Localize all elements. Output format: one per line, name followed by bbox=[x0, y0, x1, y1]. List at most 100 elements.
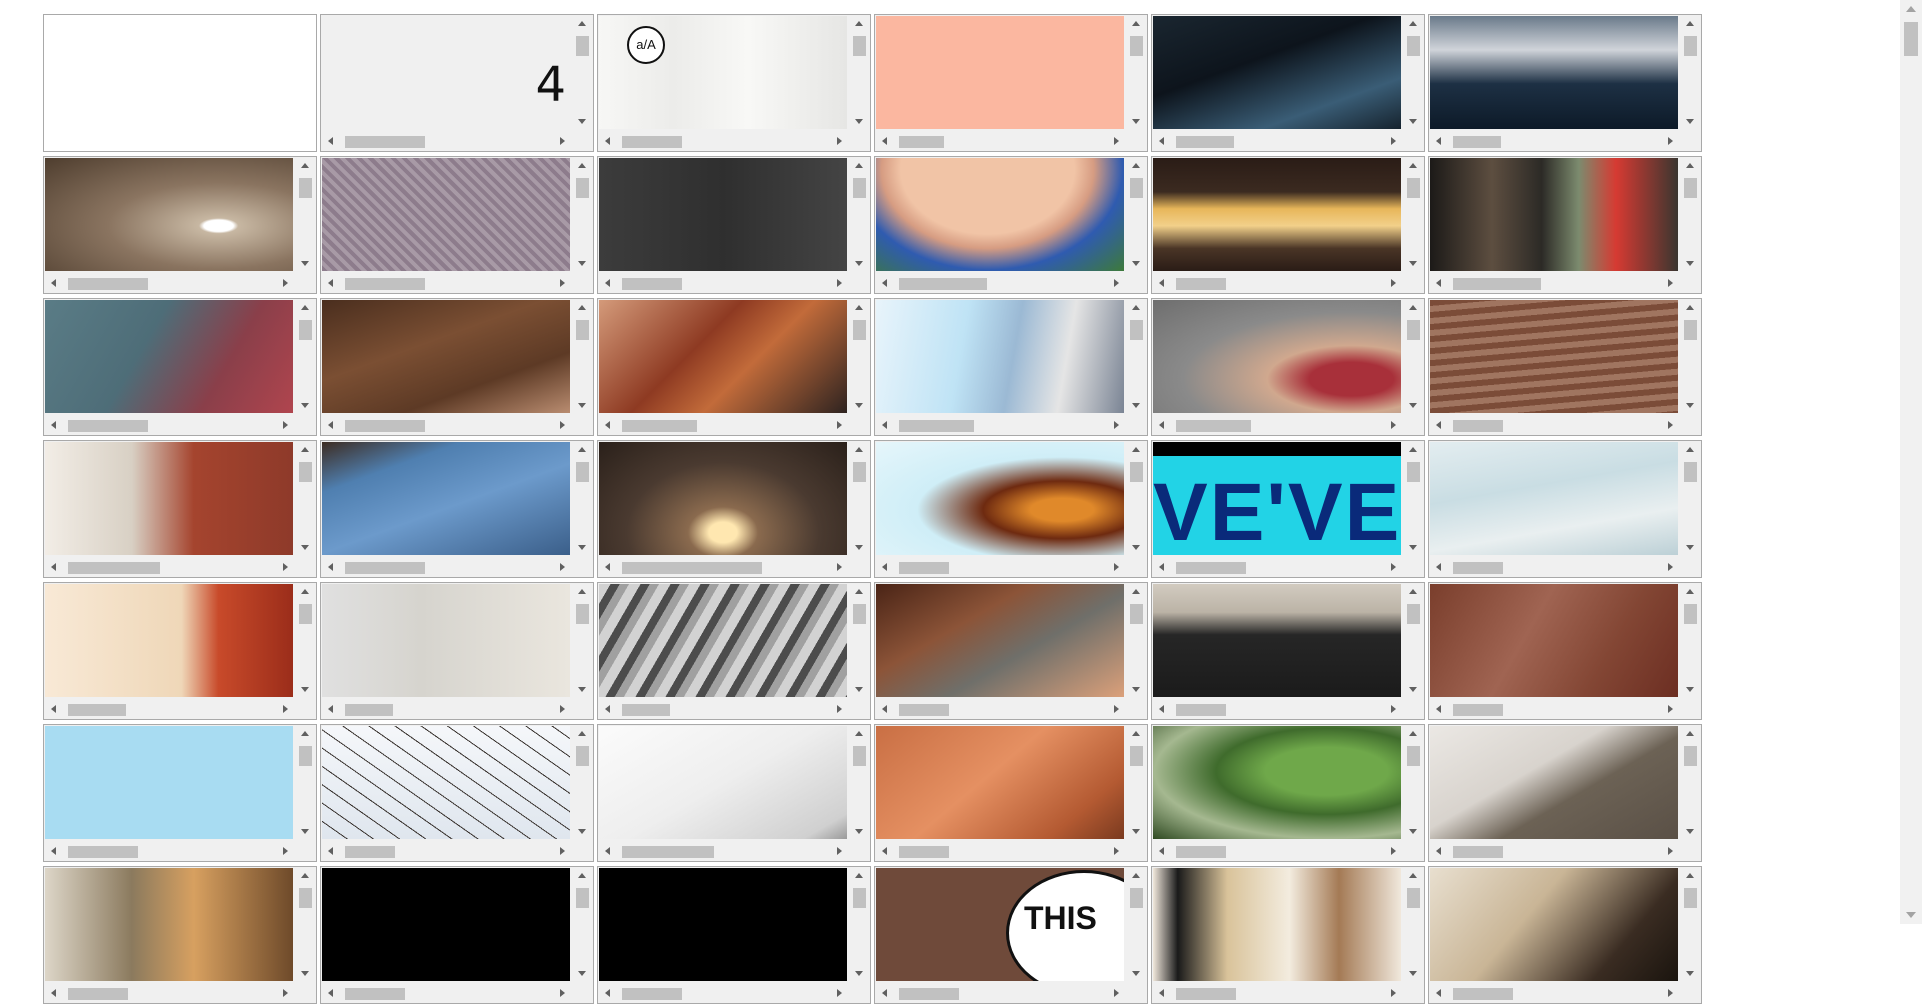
scroll-thumb[interactable] bbox=[1130, 178, 1143, 198]
scroll-up-arrow-icon[interactable] bbox=[1409, 589, 1417, 594]
scroll-down-arrow-icon[interactable] bbox=[1686, 119, 1694, 124]
scroll-thumb[interactable] bbox=[1684, 462, 1697, 482]
vertical-scrollbar[interactable] bbox=[848, 442, 870, 555]
scroll-thumb[interactable] bbox=[853, 36, 866, 56]
horizontal-scrollbar[interactable] bbox=[322, 982, 571, 1003]
vertical-scrollbar[interactable] bbox=[571, 300, 593, 413]
vertical-scrollbar[interactable] bbox=[571, 442, 593, 555]
scroll-up-arrow-icon[interactable] bbox=[1686, 163, 1694, 168]
vertical-scrollbar[interactable] bbox=[294, 442, 316, 555]
scroll-thumb[interactable] bbox=[1130, 36, 1143, 56]
scroll-left-arrow-icon[interactable] bbox=[51, 563, 56, 571]
scroll-up-arrow-icon[interactable] bbox=[301, 731, 309, 736]
vertical-scrollbar[interactable] bbox=[1125, 584, 1147, 697]
scroll-right-arrow-icon[interactable] bbox=[1114, 563, 1119, 571]
scroll-right-arrow-icon[interactable] bbox=[1114, 137, 1119, 145]
vertical-scrollbar[interactable] bbox=[1125, 442, 1147, 555]
scroll-thumb[interactable] bbox=[299, 320, 312, 340]
scroll-down-arrow-icon[interactable] bbox=[578, 403, 586, 408]
vertical-scrollbar[interactable] bbox=[571, 584, 593, 697]
scroll-thumb[interactable] bbox=[1453, 846, 1503, 858]
scroll-down-arrow-icon[interactable] bbox=[301, 545, 309, 550]
scroll-up-arrow-icon[interactable] bbox=[1686, 731, 1694, 736]
scroll-thumb[interactable] bbox=[1130, 604, 1143, 624]
scroll-left-arrow-icon[interactable] bbox=[1436, 989, 1441, 997]
vertical-scrollbar[interactable] bbox=[294, 300, 316, 413]
scroll-right-arrow-icon[interactable] bbox=[283, 847, 288, 855]
scroll-up-arrow-icon[interactable] bbox=[1132, 21, 1140, 26]
frame-cell[interactable] bbox=[320, 298, 594, 436]
scroll-right-arrow-icon[interactable] bbox=[560, 705, 565, 713]
scroll-thumb[interactable] bbox=[899, 988, 959, 1000]
scroll-right-arrow-icon[interactable] bbox=[1114, 989, 1119, 997]
scroll-thumb[interactable] bbox=[576, 604, 589, 624]
scroll-right-arrow-icon[interactable] bbox=[1391, 279, 1396, 287]
horizontal-scrollbar[interactable] bbox=[876, 698, 1125, 719]
frame-cell[interactable] bbox=[1428, 582, 1702, 720]
frame-cell[interactable] bbox=[874, 298, 1148, 436]
scroll-thumb[interactable] bbox=[68, 278, 148, 290]
scroll-thumb[interactable] bbox=[299, 604, 312, 624]
scroll-down-arrow-icon[interactable] bbox=[1686, 971, 1694, 976]
vertical-scrollbar[interactable] bbox=[1679, 300, 1701, 413]
scroll-right-arrow-icon[interactable] bbox=[560, 563, 565, 571]
vertical-scrollbar[interactable] bbox=[848, 300, 870, 413]
scroll-right-arrow-icon[interactable] bbox=[1668, 421, 1673, 429]
scroll-thumb[interactable] bbox=[1176, 562, 1246, 574]
scroll-down-arrow-icon[interactable] bbox=[855, 403, 863, 408]
vertical-scrollbar[interactable] bbox=[1402, 868, 1424, 981]
horizontal-scrollbar[interactable] bbox=[45, 272, 294, 293]
scroll-thumb[interactable] bbox=[853, 604, 866, 624]
scroll-left-arrow-icon[interactable] bbox=[1159, 705, 1164, 713]
scroll-left-arrow-icon[interactable] bbox=[605, 137, 610, 145]
scroll-up-arrow-icon[interactable] bbox=[855, 305, 863, 310]
scroll-up-arrow-icon[interactable] bbox=[578, 873, 586, 878]
scroll-thumb[interactable] bbox=[1407, 36, 1420, 56]
scroll-left-arrow-icon[interactable] bbox=[51, 421, 56, 429]
horizontal-scrollbar[interactable] bbox=[599, 840, 848, 861]
scroll-thumb[interactable] bbox=[622, 136, 682, 148]
vertical-scrollbar[interactable] bbox=[294, 584, 316, 697]
scroll-right-arrow-icon[interactable] bbox=[283, 705, 288, 713]
scroll-up-arrow-icon[interactable] bbox=[855, 589, 863, 594]
scroll-left-arrow-icon[interactable] bbox=[882, 137, 887, 145]
scroll-thumb[interactable] bbox=[345, 846, 395, 858]
scroll-right-arrow-icon[interactable] bbox=[1668, 563, 1673, 571]
vertical-scrollbar[interactable] bbox=[1125, 158, 1147, 271]
frame-cell[interactable] bbox=[1428, 724, 1702, 862]
horizontal-scrollbar[interactable] bbox=[45, 840, 294, 861]
scroll-thumb[interactable] bbox=[1453, 704, 1503, 716]
scroll-right-arrow-icon[interactable] bbox=[837, 847, 842, 855]
scroll-right-arrow-icon[interactable] bbox=[1114, 847, 1119, 855]
scroll-thumb[interactable] bbox=[1453, 420, 1503, 432]
horizontal-scrollbar[interactable] bbox=[599, 556, 848, 577]
vertical-scrollbar[interactable] bbox=[294, 158, 316, 271]
scroll-up-arrow-icon[interactable] bbox=[1409, 305, 1417, 310]
scroll-left-arrow-icon[interactable] bbox=[1436, 563, 1441, 571]
horizontal-scrollbar[interactable] bbox=[876, 272, 1125, 293]
scroll-right-arrow-icon[interactable] bbox=[560, 279, 565, 287]
scroll-thumb[interactable] bbox=[1130, 462, 1143, 482]
horizontal-scrollbar[interactable] bbox=[1430, 840, 1679, 861]
scroll-down-arrow-icon[interactable] bbox=[855, 971, 863, 976]
horizontal-scrollbar[interactable] bbox=[322, 272, 571, 293]
frame-cell[interactable]: THIS bbox=[874, 866, 1148, 1004]
horizontal-scrollbar[interactable] bbox=[1153, 982, 1402, 1003]
scroll-down-arrow-icon[interactable] bbox=[301, 261, 309, 266]
scroll-up-arrow-icon[interactable] bbox=[1132, 447, 1140, 452]
scroll-up-arrow-icon[interactable] bbox=[855, 21, 863, 26]
scroll-left-arrow-icon[interactable] bbox=[328, 989, 333, 997]
scroll-down-arrow-icon[interactable] bbox=[1409, 261, 1417, 266]
scroll-down-arrow-icon[interactable] bbox=[855, 829, 863, 834]
scroll-thumb[interactable] bbox=[345, 704, 393, 716]
scroll-left-arrow-icon[interactable] bbox=[605, 705, 610, 713]
scroll-thumb[interactable] bbox=[1684, 178, 1697, 198]
scroll-left-arrow-icon[interactable] bbox=[882, 705, 887, 713]
scroll-up-arrow-icon[interactable] bbox=[578, 21, 586, 26]
scroll-left-arrow-icon[interactable] bbox=[605, 847, 610, 855]
frame-cell[interactable] bbox=[597, 156, 871, 294]
scroll-up-arrow-icon[interactable] bbox=[855, 873, 863, 878]
frame-cell[interactable]: 4 bbox=[320, 14, 594, 152]
scroll-up-arrow-icon[interactable] bbox=[1409, 21, 1417, 26]
vertical-scrollbar[interactable] bbox=[1125, 300, 1147, 413]
